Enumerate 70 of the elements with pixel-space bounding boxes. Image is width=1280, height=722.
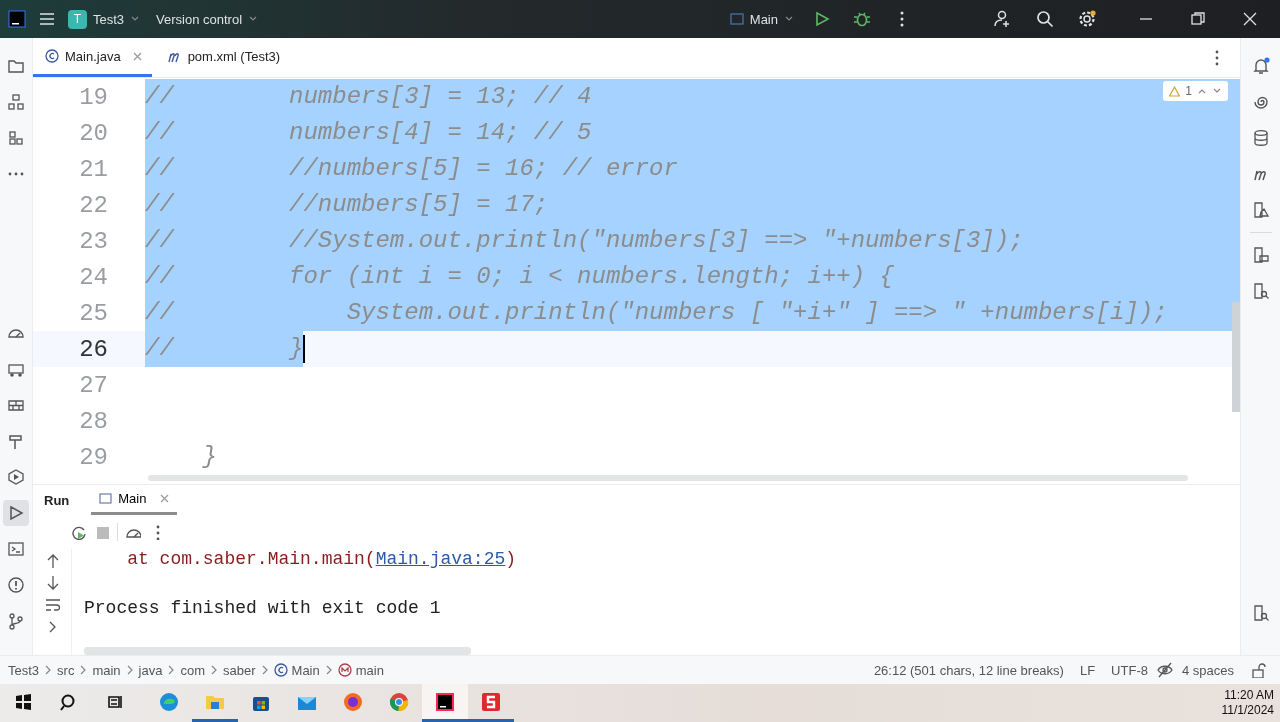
taskbar-app[interactable]	[422, 684, 468, 722]
chevron-right-icon	[79, 665, 88, 675]
line-number: 19	[78, 83, 109, 111]
code-line: }	[201, 442, 217, 472]
run-configuration-selector[interactable]: Main	[721, 7, 802, 31]
horizontal-scrollbar[interactable]	[148, 475, 1188, 481]
status-item[interactable]: 26:12 (501 chars, 12 line breaks)	[865, 662, 1072, 678]
line-number: 22	[78, 191, 109, 219]
editor-tab[interactable]: pom.xml (Test3)	[155, 38, 291, 77]
chevron-right-icon	[167, 665, 176, 675]
method-icon	[337, 663, 352, 677]
code-line: // //numbers[5] = 17;	[145, 190, 549, 220]
code-line: // for (int i = 0; i < numbers.length; i++) {	[145, 262, 894, 292]
run-tab[interactable]: Main	[91, 485, 178, 515]
warning-icon	[1169, 85, 1181, 97]
chevron-right-icon	[210, 665, 219, 675]
status-item[interactable]: LF	[1071, 662, 1104, 678]
version-control-menu[interactable]: Version control	[148, 7, 267, 31]
browser-icon	[158, 690, 180, 713]
code-line: // //System.out.println("numbers[3] ==> "+numbers[3]);	[145, 226, 1024, 256]
breadcrumb[interactable]: src	[55, 662, 77, 678]
vertical-scrollbar[interactable]	[1232, 302, 1240, 412]
code-line: // //numbers[5] = 16; // error	[145, 154, 678, 184]
breadcrumb[interactable]: com	[178, 662, 208, 678]
line-number: 29	[78, 443, 109, 471]
line-number: 26	[78, 335, 109, 363]
breadcrumb[interactable]: main	[335, 662, 386, 678]
inspection-widget[interactable]: 1	[1163, 81, 1228, 101]
chevron-right-icon	[324, 665, 333, 675]
browser-icon	[342, 690, 364, 713]
project-selector[interactable]: T Test3	[60, 5, 149, 33]
panel-title: Run	[43, 492, 71, 508]
line-number: 27	[78, 371, 109, 399]
chevron-right-icon	[44, 665, 53, 675]
clock-time: 11:20 AM	[1224, 688, 1274, 703]
stack-trace-line: at com.saber.Main.main(Main.java:25)	[126, 549, 518, 571]
breadcrumb[interactable]: saber	[221, 662, 258, 678]
browser-icon	[388, 690, 410, 713]
console-output: Process finished with exit code 1	[84, 597, 442, 620]
chevron-right-icon	[125, 665, 134, 675]
breadcrumb[interactable]: java	[136, 662, 165, 678]
breadcrumb[interactable]: Main	[271, 662, 322, 678]
horizontal-scrollbar[interactable]	[84, 647, 471, 655]
line-number: 23	[78, 227, 109, 255]
class-icon	[45, 49, 59, 63]
warning-count: 1	[1185, 84, 1192, 98]
source-link[interactable]: Main.java:25	[375, 549, 506, 569]
line-number: 20	[78, 119, 109, 147]
app-logo-icon	[8, 10, 26, 28]
ide-icon	[434, 690, 456, 713]
read-mode-icon[interactable]	[1155, 661, 1174, 679]
breadcrumb[interactable]: main	[90, 662, 123, 678]
status-item[interactable]: 4 spaces	[1173, 662, 1242, 678]
status-item[interactable]: UTF-8	[1103, 662, 1156, 678]
line-number: 25	[78, 299, 109, 327]
breadcrumb[interactable]: Test3	[6, 662, 42, 678]
window-icon	[99, 492, 113, 505]
text-cursor	[303, 335, 306, 363]
window-icon	[729, 12, 744, 26]
code-line: // numbers[4] = 14; // 5	[145, 118, 592, 148]
clock-date: 11/1/2024	[1221, 703, 1274, 718]
code-line: // System.out.println("numbers [ "+i+" ] ==> " +numbers[i]);	[145, 298, 1168, 328]
line-number: 24	[78, 263, 109, 291]
class-icon	[273, 663, 288, 677]
line-number: 21	[78, 155, 109, 183]
line-number: 28	[78, 407, 109, 435]
app-icon	[480, 690, 502, 713]
chevron-right-icon	[260, 665, 269, 675]
code-line: // numbers[3] = 13; // 4	[145, 82, 592, 112]
windows-logo-icon[interactable]	[14, 692, 32, 711]
